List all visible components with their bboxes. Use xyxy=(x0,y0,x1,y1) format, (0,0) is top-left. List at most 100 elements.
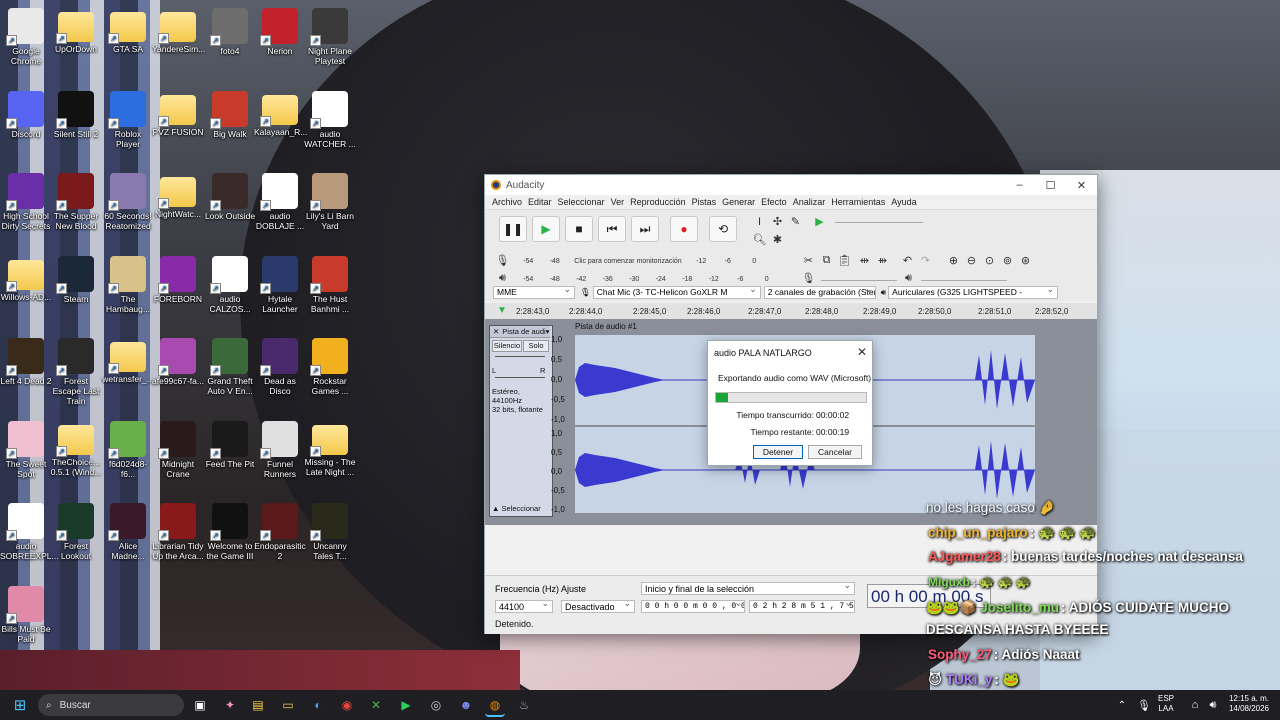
fit-selection-icon[interactable]: ⊙ xyxy=(982,253,997,268)
desktop-icon[interactable]: ↗ Left 4 Dead 2 xyxy=(0,338,52,386)
skip-start-button[interactable]: ⏮ xyxy=(598,216,626,242)
language-indicator[interactable]: ESP LAA xyxy=(1158,694,1174,714)
desktop-icon[interactable]: ↗ Funnel Runners xyxy=(254,420,306,479)
envelope-tool-icon[interactable]: ✣ xyxy=(770,214,785,229)
desktop-icon[interactable]: ↗ High School Dirty Secrets xyxy=(0,173,52,231)
draw-tool-icon[interactable]: ✎ xyxy=(788,214,803,229)
cancel-export-button[interactable]: Cancelar xyxy=(808,445,862,459)
channels-select[interactable]: 2 canales de grabación (Ster xyxy=(763,285,876,299)
desktop-icon[interactable]: ↗ Willows-AD... xyxy=(0,256,52,302)
desktop-icon[interactable]: ↗ audio DOBLAJE ... xyxy=(254,173,306,231)
edge-icon[interactable]: ◐ xyxy=(308,695,328,715)
desktop-icon[interactable]: ↗ Steam xyxy=(50,255,102,304)
paste-icon[interactable]: 📋︎ xyxy=(837,253,852,268)
network-icon[interactable]: ⌂ xyxy=(1185,695,1205,715)
desktop-icon[interactable]: ↗ PVZ FUSION xyxy=(152,91,204,137)
silence-icon[interactable]: ⇻ xyxy=(875,253,890,268)
zoom-out-icon[interactable]: ⊖ xyxy=(964,253,979,268)
snap-select[interactable]: Desactivado xyxy=(561,600,635,613)
tray-chevron-icon[interactable]: ⌃ xyxy=(1112,695,1132,715)
github-icon[interactable]: ◎ xyxy=(426,695,446,715)
zoom-toggle-icon[interactable]: ⊛ xyxy=(1018,253,1033,268)
selection-tool-icon[interactable]: I xyxy=(752,214,767,229)
trim-icon[interactable]: ⇹ xyxy=(857,253,872,268)
gain-slider[interactable] xyxy=(495,356,545,357)
desktop-icon[interactable]: ↗ Forest Lookout xyxy=(50,503,102,561)
desktop-icon[interactable]: ↗ Bills Must Be Paid xyxy=(0,585,52,644)
selection-mode-select[interactable]: Inicio y final de la selección xyxy=(641,582,855,595)
steam-taskbar-icon[interactable]: ♨ xyxy=(514,695,534,715)
desktop-icon[interactable]: ↗ FOREBORN xyxy=(152,255,204,304)
desktop-icon[interactable]: ↗ Big Walk xyxy=(204,90,256,139)
audio-host-select[interactable]: MME xyxy=(493,285,575,299)
desktop-icon[interactable]: ↗ wetransfer_... xyxy=(102,338,154,384)
menu-analizar[interactable]: Analizar xyxy=(790,197,829,207)
desktop-icon[interactable]: ↗ Uncanny Tales T... xyxy=(304,503,356,561)
desktop-icon[interactable]: ↗ Grand Theft Auto V En... xyxy=(204,338,256,396)
fit-project-icon[interactable]: ⊚ xyxy=(1000,253,1015,268)
timeline-ruler[interactable]: ▼ 2:28:43,0 2:28:44,0 2:28:45,0 2:28:46,… xyxy=(485,303,1097,319)
desktop-icon[interactable]: ↗ NightWatc... xyxy=(152,173,204,219)
cut-icon[interactable]: ✂ xyxy=(801,253,816,268)
desktop-icon[interactable]: ↗ The Hust Banhmi ... xyxy=(304,255,356,314)
undo-icon[interactable]: ↶ xyxy=(900,253,915,268)
desktop-icon[interactable]: ↗ Google Chrome xyxy=(0,8,52,66)
desktop-icon[interactable]: ↗ Missing - The Late Night ... xyxy=(304,421,356,477)
desktop-icon[interactable]: ↗ f6d024d8-f6... xyxy=(102,420,154,479)
pan-slider[interactable] xyxy=(495,377,545,378)
desktop-icon[interactable]: ↗ YandereSim... xyxy=(152,8,205,54)
chrome-icon[interactable]: ◉ xyxy=(337,695,357,715)
desktop-icon[interactable]: ↗ afe99c67-fa... xyxy=(152,338,204,386)
copilot-icon[interactable]: ✦ xyxy=(220,695,240,715)
menu-herramientas[interactable]: Herramientas xyxy=(828,197,888,207)
desktop-icon[interactable]: ↗ Nerion xyxy=(254,8,306,56)
desktop-icon[interactable]: ↗ 60 Seconds! Reatomized xyxy=(102,173,154,231)
desktop-icon[interactable]: ↗ Forest Escape Last Train xyxy=(50,338,102,406)
desktop-icon[interactable]: ↗ Librarian Tidy Up the Arca... xyxy=(152,503,204,561)
desktop-icon[interactable]: ↗ audio SOBREEXPL... xyxy=(0,503,59,561)
desktop-icon[interactable]: ↗ audio CALZOS... xyxy=(204,255,256,314)
taskbar-search[interactable]: ⌕ Buscar xyxy=(38,694,184,716)
play-at-speed-icon[interactable]: ▶ xyxy=(812,214,827,229)
playback-speed-slider[interactable] xyxy=(835,222,923,223)
desktop-icon[interactable]: ↗ The Hambaug... xyxy=(102,255,154,314)
maximize-button[interactable]: ☐ xyxy=(1035,179,1066,192)
playback-volume-slider[interactable] xyxy=(921,280,1007,281)
xbox-icon[interactable]: ✕ xyxy=(366,695,386,715)
redo-icon[interactable]: ↷ xyxy=(918,253,933,268)
menu-editar[interactable]: Editar xyxy=(525,197,555,207)
desktop-icon[interactable]: ↗ Welcome to the Game III xyxy=(204,503,256,561)
app-green-icon[interactable]: ▶ xyxy=(396,695,416,715)
desktop-icon[interactable]: ↗ Roblox Player xyxy=(102,90,154,149)
tray-mic-icon[interactable]: 🎙︎ xyxy=(1134,695,1154,715)
pause-button[interactable]: ❚❚ xyxy=(499,216,527,242)
desktop-icon[interactable]: ↗ TheChoice... 0.5.1 (Wind... xyxy=(50,421,102,477)
desktop-icon[interactable]: ↗ Alice Madne... xyxy=(102,503,154,561)
task-view-icon[interactable]: ▣ xyxy=(190,695,210,715)
menu-ayuda[interactable]: Ayuda xyxy=(888,197,919,207)
menu-reproduccion[interactable]: Reproducción xyxy=(627,197,689,207)
playback-device-select[interactable]: Auriculares (G325 LIGHTSPEED - xyxy=(888,285,1059,299)
desktop-icon[interactable]: ↗ Kalayaan_R... xyxy=(254,91,307,137)
skip-end-button[interactable]: ⏭ xyxy=(631,216,659,242)
stop-button[interactable]: ■ xyxy=(565,216,593,242)
minimize-button[interactable]: – xyxy=(1004,179,1035,192)
desktop-icon[interactable]: ↗ Midnight Crane xyxy=(152,420,204,479)
timeline-play-head-icon[interactable]: ▼ xyxy=(497,305,507,316)
track-name-menu[interactable]: Pista de audi xyxy=(502,327,545,336)
project-rate-select[interactable]: 44100 xyxy=(495,600,553,613)
discord-taskbar-icon[interactable]: ☻ xyxy=(456,695,476,715)
mute-button[interactable]: Silencio xyxy=(492,340,522,352)
zoom-tool-icon[interactable]: 🔍︎ xyxy=(752,232,767,247)
menu-seleccionar[interactable]: Seleccionar xyxy=(555,197,608,207)
desktop-icon[interactable]: ↗ Look Outside xyxy=(204,173,256,221)
record-meter[interactable]: -54 -48 Clic para comenzar monitorizació… xyxy=(515,256,768,266)
windows-start-icon[interactable]: ⊞ xyxy=(10,695,30,715)
record-button[interactable]: ● xyxy=(670,216,698,242)
desktop-icon[interactable]: ↗ The Supper New Blood xyxy=(50,173,102,231)
desktop-icon[interactable]: ↗ GTA SA xyxy=(102,8,154,54)
zoom-in-icon[interactable]: ⊕ xyxy=(946,253,961,268)
desktop-icon[interactable]: ↗ Lily's Li Barn Yard xyxy=(304,173,356,231)
desktop-icon[interactable]: ↗ The Sweet Spot xyxy=(0,420,52,479)
selection-start-field[interactable]: 0 0 h 0 0 m 0 0 , 0 0 0 s xyxy=(641,600,745,613)
